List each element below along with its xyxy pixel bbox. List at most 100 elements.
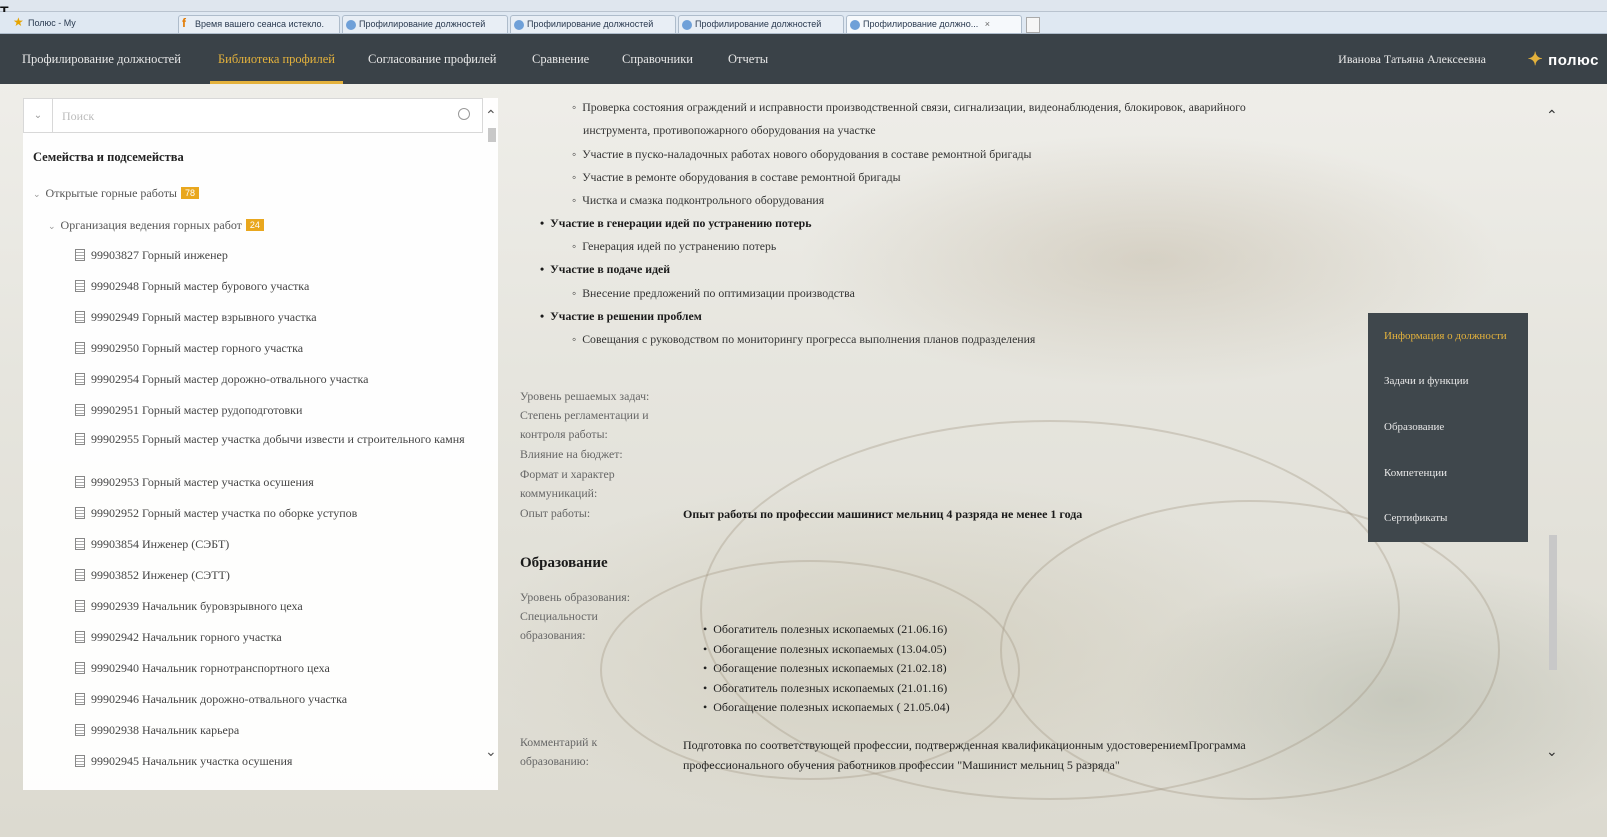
user-name[interactable]: Иванова Татьяна Алексеевна [1338,34,1486,84]
page-icon [514,20,524,30]
browser-tab-session[interactable]: f Время вашего сеанса истекло. [178,15,340,33]
list-item[interactable]: 99902946 Начальник дорожно-отвального уч… [75,692,347,706]
list-item[interactable]: 99902940 Начальник горнотранспортного це… [75,661,330,675]
task-item-continuation: инструмента, противопожарного оборудован… [583,123,876,137]
list-item[interactable]: 99903827 Горный инженер [75,248,228,262]
bullet-icon: • [540,216,545,230]
document-icon [75,342,85,354]
experience-value: Опыт работы по профессии машинист мельни… [683,507,1083,521]
scroll-down-icon[interactable]: ⌄ [485,744,497,761]
scroll-up-icon[interactable]: ⌃ [485,108,497,125]
task-item: ◦ Внесение предложений по оптимизации про… [572,286,855,300]
browser-tab-favorite[interactable]: ★ Полюс - My [10,15,170,33]
nav-item-references[interactable]: Справочники [622,34,693,84]
tab-label: Профилирование должностей [359,19,486,29]
list-item[interactable]: 99902948 Горный мастер бурового участка [75,279,309,293]
nav-item-profile-library[interactable]: Библиотека профилей [210,34,343,84]
bullet-icon: ◦ [572,147,577,161]
browser-toolbar [0,0,1607,12]
close-icon[interactable]: × [985,19,990,29]
list-item[interactable]: 99902952 Горный мастер участка по оборке… [75,506,357,520]
document-icon [75,631,85,643]
function-item: • Участие в подаче идей [540,262,671,276]
document-icon [75,538,85,550]
logo-star-icon: ✦ [1527,49,1544,69]
section-link-education[interactable]: Образование [1384,421,1444,433]
new-tab-button[interactable] [1026,17,1040,33]
task-item: ◦ Участие в ремонте оборудования в состав… [572,170,901,184]
tab-label: Профилирование должно... [863,19,979,29]
nav-item-reports[interactable]: Отчеты [728,34,768,84]
bullet-icon: ◦ [572,193,577,207]
level-label: Уровень решаемых задач: [520,389,650,403]
list-item[interactable]: 99902949 Горный мастер взрывного участка [75,310,317,324]
tree-node-mining-organization[interactable]: ⌄ Организация ведения горных работ 24 [48,218,264,233]
regulation-label: Степень регламентации и [520,408,649,422]
nav-item-comparison[interactable]: Сравнение [532,34,589,84]
tree-node-label: Открытые горные работы [45,186,177,200]
list-item[interactable]: 99902955 Горный мастер участка добычи из… [75,432,470,446]
specialty-item: • Обогатитель полезных ископаемых (21.01.… [703,681,948,695]
bullet-icon: • [703,661,708,675]
list-item[interactable]: 99902950 Горный мастер горного участка [75,341,303,355]
list-item[interactable]: 99902951 Горный мастер рудоподготовки [75,403,302,417]
bullet-icon: • [703,681,708,695]
families-title: Семейства и подсемейства [33,150,184,164]
nav-item-profiling[interactable]: Профилирование должностей [22,34,181,84]
scroll-down-icon[interactable]: ⌄ [1546,744,1558,761]
list-item[interactable]: 99902942 Начальник горного участка [75,630,282,644]
list-item[interactable]: 99903854 Инженер (СЭБТ) [75,537,229,551]
document-icon [75,569,85,581]
tree-node-open-pit[interactable]: ⌄ Открытые горные работы 78 [33,186,200,201]
scroll-up-icon[interactable]: ⌃ [1546,108,1558,125]
document-icon [75,693,85,705]
chevron-down-icon[interactable]: ⌄ [24,99,53,132]
list-item[interactable]: 99902939 Начальник буровзрывного цеха [75,599,303,613]
browser-tab[interactable]: Профилирование должностей [678,15,844,33]
tab-label: Полюс - My [28,18,76,28]
task-item: ◦ Совещания с руководством по мониторингу… [572,332,1036,346]
list-item[interactable]: 99902954 Горный мастер дорожно-отвальног… [75,372,368,386]
top-navigation: Профилирование должностей Библиотека про… [0,34,1607,84]
logo-text: полюс [1548,52,1599,69]
bullet-icon: ◦ [572,170,577,184]
list-item[interactable]: 99902938 Начальник карьера [75,723,239,737]
task-item: ◦ Генерация идей по устранению потерь [572,239,777,253]
browser-tab[interactable]: Профилирование должностей [342,15,508,33]
communication-label: Формат и характер [520,467,615,481]
section-link-tasks[interactable]: Задачи и функции [1384,375,1468,387]
browser-tab-active[interactable]: Профилирование должно... × [846,15,1022,33]
browser-tabbar: ★ Полюс - My f Время вашего сеанса истек… [0,12,1607,34]
chevron-down-icon[interactable]: ⌄ [33,189,41,199]
search-input[interactable] [62,107,432,125]
function-item: • Участие в решении проблем [540,309,702,323]
specialty-item: • Обогатитель полезных ископаемых (21.06.… [703,622,948,636]
document-icon [75,373,85,385]
browser-tab[interactable]: Профилирование должностей [510,15,676,33]
tab-label: Профилирование должностей [695,19,822,29]
count-badge: 24 [245,219,264,231]
experience-label: Опыт работы: [520,506,591,520]
bullet-icon: • [703,642,708,656]
nav-item-approval[interactable]: Согласование профилей [368,34,496,84]
tab-label: Профилирование должностей [527,19,654,29]
chevron-down-icon[interactable]: ⌄ [48,221,56,231]
document-icon [75,249,85,261]
brand-logo[interactable]: ✦ полюс [1528,34,1599,84]
search-icon[interactable] [458,108,470,120]
section-link-certificates[interactable]: Сертификаты [1384,512,1447,524]
bullet-icon: ◦ [572,286,577,300]
scrollbar-thumb[interactable] [1549,535,1557,670]
section-link-competencies[interactable]: Компетенции [1384,467,1447,479]
document-icon [75,433,85,445]
list-item[interactable]: 99902953 Горный мастер участка осушения [75,475,314,489]
education-comment-label: Комментарий к [520,735,598,749]
section-navigation: Информация о должности Задачи и функции … [1368,313,1528,542]
list-item[interactable]: 99903852 Инженер (СЭТТ) [75,568,230,582]
count-badge: 78 [181,187,200,199]
list-item[interactable]: 99902945 Начальник участка осушения [75,754,292,768]
scrollbar-thumb[interactable] [488,128,496,142]
section-link-position-info[interactable]: Информация о должности [1384,330,1507,342]
bullet-icon: • [540,309,545,323]
document-icon [75,724,85,736]
